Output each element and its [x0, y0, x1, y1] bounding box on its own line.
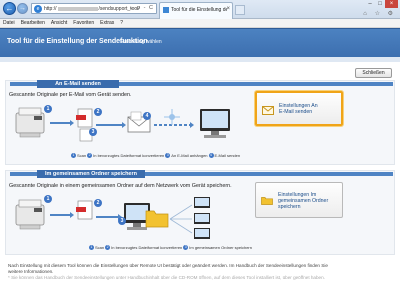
email-step-1: 1 [44, 105, 52, 113]
footer-note: Nach Einstellung mit diesem Tool können … [8, 263, 396, 281]
folder-section-description: Gescannte Originale in einem gemeinsamen… [9, 183, 232, 189]
pdf-document-icon [76, 200, 93, 220]
folder-step-2: 2 [94, 199, 102, 207]
ie-logo-icon: e [34, 5, 42, 13]
printer-icon [15, 107, 45, 138]
folder-small-icon [261, 197, 273, 205]
pdf-document-icon [76, 108, 93, 142]
tab-close-icon[interactable]: × [226, 6, 230, 12]
menu-help[interactable]: ? [120, 19, 123, 27]
envelope-small-icon [262, 106, 274, 115]
tab-favicon-icon [163, 7, 169, 13]
minimize-icon[interactable]: – [365, 0, 375, 8]
address-text: http:///sendsupport_tool/ [44, 6, 140, 12]
menu-ansicht[interactable]: Ansicht [51, 19, 67, 27]
menu-bearbeiten[interactable]: Bearbeiten [21, 19, 45, 27]
header-strip [0, 57, 400, 62]
menu-datei[interactable]: Datei [3, 19, 15, 27]
browser-tab[interactable]: Tool für die Einstellung der... × [159, 2, 233, 19]
email-section-description: Gescannte Originale per E-Mail vom Gerät… [9, 92, 132, 98]
folder-settings-button[interactable]: Einstellungen Im gemeinsamen Ordner spei… [255, 182, 343, 218]
email-step-4: 4 [143, 112, 151, 120]
computer-icon [200, 109, 230, 138]
menu-bar: Datei Bearbeiten Ansicht Favoriten Extra… [0, 19, 400, 28]
browser-chrome: ← → e http:///sendsupport_tool/ ⌄ ρ - C … [0, 0, 400, 19]
menu-extras[interactable]: Extras [100, 19, 114, 27]
close-button[interactable]: Schließen [355, 68, 392, 78]
email-step-2: 2 [94, 108, 102, 116]
maximize-icon[interactable]: □ [375, 0, 385, 8]
folder-caption: 1 Scan 2 In bevorzugtes Dateiformat konver… [89, 245, 252, 250]
send-sparkle-icon [164, 109, 180, 125]
footer-line-3: * Sie können das Handbuch der Sendeeinst… [8, 275, 325, 280]
email-step-3: 3 [89, 128, 97, 136]
email-section-heading: An E-Mail senden [37, 80, 119, 88]
folder-icon [145, 210, 169, 228]
printer-icon [15, 199, 45, 230]
new-tab-button[interactable] [235, 5, 245, 15]
folder-settings-label: Einstellungen Im gemeinsamen Ordner spei… [278, 192, 329, 210]
window-close-icon[interactable]: × [385, 0, 398, 8]
toolbar-icons[interactable]: ⌂ ☆ ⚙ [363, 10, 396, 17]
address-bar[interactable]: e http:///sendsupport_tool/ ⌄ ρ - C [31, 3, 157, 14]
network-computer-icon [194, 197, 210, 239]
folder-step-1: 1 [44, 195, 52, 203]
tab-title: Tool für die Einstellung der... [171, 7, 227, 13]
folder-section-heading: Im gemeinsamen Ordner speichern [37, 170, 145, 178]
address-controls[interactable]: ⌄ ρ - C [129, 5, 154, 11]
page-subtitle: Einstellung wählen [120, 39, 162, 45]
back-arrow-icon[interactable]: ← [3, 2, 16, 15]
menu-favoriten[interactable]: Favoriten [73, 19, 94, 27]
email-caption: 1 Scan 2 In bevorzugtes Dateiformat konver… [71, 153, 241, 158]
window-controls: – □ × [365, 0, 398, 10]
email-settings-button[interactable]: Einstellungen An E-Mail senden [255, 91, 343, 126]
email-settings-label: Einstellungen An E-Mail senden [279, 103, 318, 115]
page-header: Tool für die Einstellung der Sendefunkti… [0, 28, 400, 62]
folder-step-3: 3 [118, 217, 126, 225]
forward-arrow-icon[interactable]: → [17, 3, 28, 14]
